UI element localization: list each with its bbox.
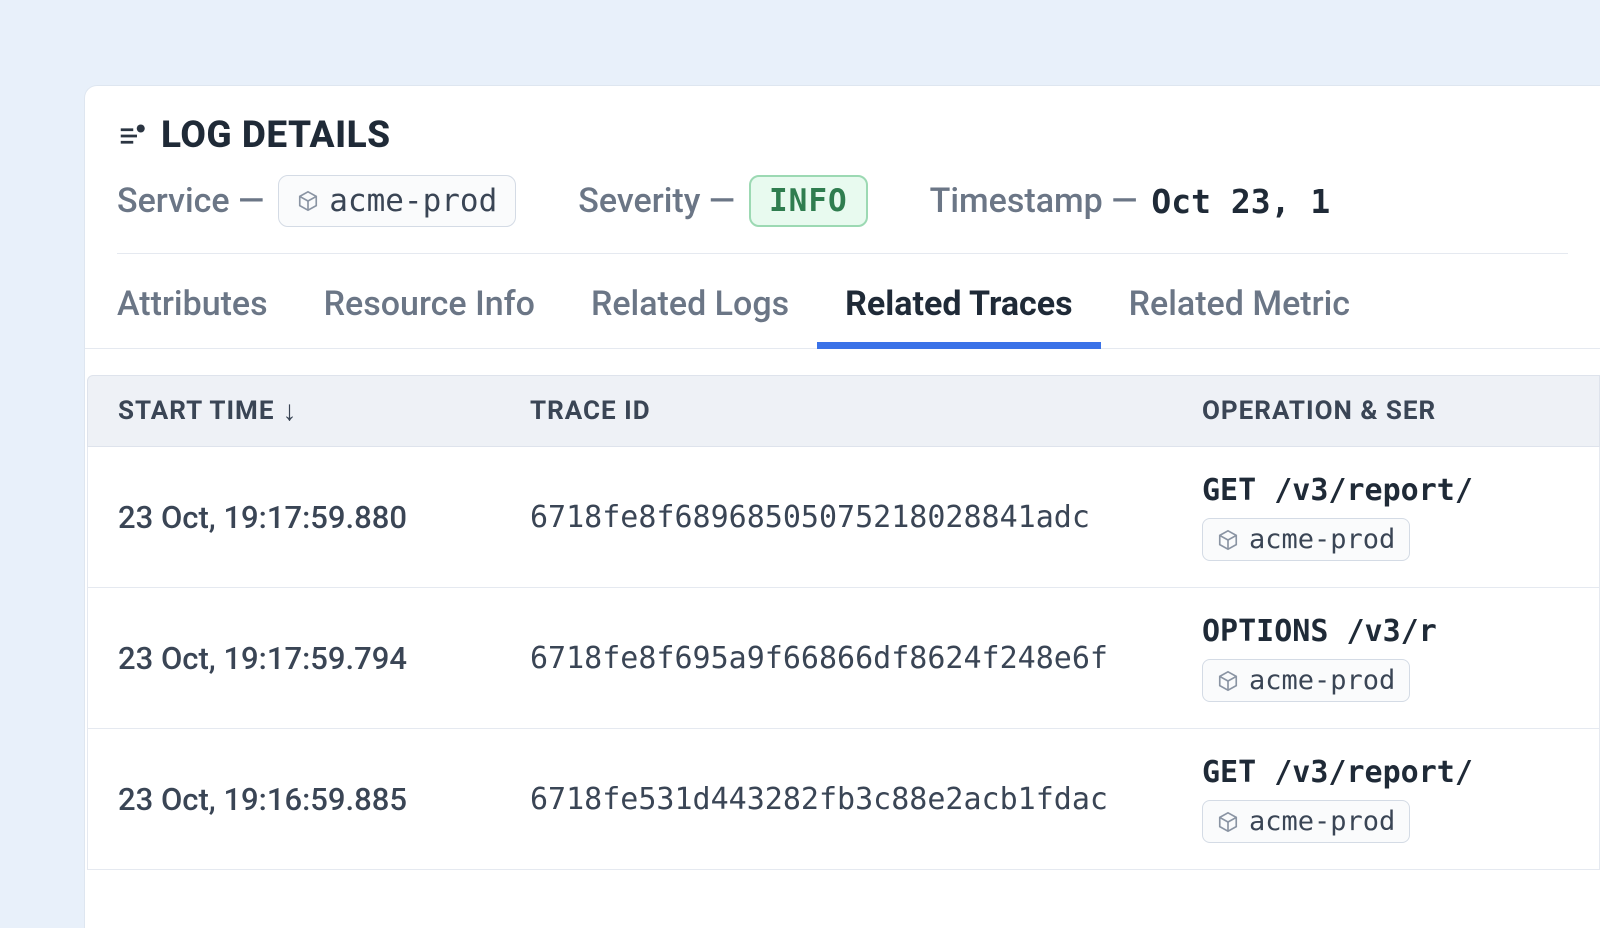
cell-start-time: 23 Oct, 19:16:59.885 (118, 781, 530, 818)
column-operation[interactable]: OPERATION & SER (1202, 396, 1599, 426)
tab-attributes[interactable]: Attributes (117, 284, 268, 348)
table-row[interactable]: 23 Oct, 19:17:59.880 6718fe8f68968505075… (87, 447, 1600, 588)
column-start-time[interactable]: START TIME ↓ (118, 396, 530, 426)
operation-path: GET /v3/report/ (1202, 473, 1599, 508)
cell-start-time: 23 Oct, 19:17:59.794 (118, 640, 530, 677)
service-meta: Service — acme-prod (117, 175, 516, 227)
operation-service-text: acme-prod (1249, 806, 1395, 837)
operation-service-text: acme-prod (1249, 524, 1395, 555)
cell-trace-id: 6718fe8f695a9f66866df8624f248e6f (530, 641, 1202, 676)
service-label: Service — (117, 181, 264, 221)
cell-operation: OPTIONS /v3/r acme-prod (1202, 614, 1599, 702)
cube-icon (297, 190, 319, 212)
traces-table: START TIME ↓ TRACE ID OPERATION & SER 23… (85, 349, 1600, 870)
table-header-row: START TIME ↓ TRACE ID OPERATION & SER (87, 375, 1600, 447)
column-start-time-label: START TIME (118, 396, 274, 426)
log-details-icon (117, 121, 147, 151)
tab-related-logs[interactable]: Related Logs (591, 284, 789, 348)
cell-trace-id: 6718fe531d443282fb3c88e2acb1fdac (530, 782, 1202, 817)
table-body: 23 Oct, 19:17:59.880 6718fe8f68968505075… (87, 447, 1600, 870)
cube-icon (1217, 811, 1239, 833)
severity-meta: Severity — INFO (578, 175, 867, 227)
operation-service-tag[interactable]: acme-prod (1202, 800, 1410, 843)
header: LOG DETAILS Service — acme-prod (85, 86, 1600, 254)
tab-resource-info[interactable]: Resource Info (324, 284, 535, 348)
table-row[interactable]: 23 Oct, 19:16:59.885 6718fe531d443282fb3… (87, 729, 1600, 870)
operation-path: OPTIONS /v3/r (1202, 614, 1599, 649)
cell-operation: GET /v3/report/ acme-prod (1202, 473, 1599, 561)
tabs: Attributes Resource Info Related Logs Re… (85, 254, 1600, 349)
tab-related-metrics[interactable]: Related Metric (1129, 284, 1350, 348)
timestamp-value: Oct 23, 1 (1151, 182, 1330, 221)
timestamp-label: Timestamp — (930, 181, 1138, 221)
severity-tag[interactable]: INFO (749, 175, 868, 227)
operation-service-tag[interactable]: acme-prod (1202, 518, 1410, 561)
service-tag[interactable]: acme-prod (278, 175, 516, 227)
severity-value: INFO (769, 183, 848, 219)
severity-label: Severity — (578, 181, 735, 221)
sort-desc-icon: ↓ (282, 397, 297, 425)
tab-related-traces[interactable]: Related Traces (845, 284, 1072, 348)
cube-icon (1217, 670, 1239, 692)
column-trace-id-label: TRACE ID (530, 396, 651, 426)
cell-start-time: 23 Oct, 19:17:59.880 (118, 499, 530, 536)
column-operation-label: OPERATION & SER (1202, 396, 1436, 426)
column-trace-id[interactable]: TRACE ID (530, 396, 1202, 426)
service-value: acme-prod (329, 183, 497, 219)
operation-service-tag[interactable]: acme-prod (1202, 659, 1410, 702)
cell-trace-id: 6718fe8f68968505075218028841adc (530, 500, 1202, 535)
title-row: LOG DETAILS (117, 114, 1568, 157)
meta-row: Service — acme-prod Severity — INFO (117, 175, 1568, 254)
page-title: LOG DETAILS (161, 114, 391, 157)
timestamp-meta: Timestamp — Oct 23, 1 (930, 181, 1331, 221)
cell-operation: GET /v3/report/ acme-prod (1202, 755, 1599, 843)
log-details-panel: LOG DETAILS Service — acme-prod (85, 86, 1600, 928)
table-row[interactable]: 23 Oct, 19:17:59.794 6718fe8f695a9f66866… (87, 588, 1600, 729)
operation-path: GET /v3/report/ (1202, 755, 1599, 790)
cube-icon (1217, 529, 1239, 551)
operation-service-text: acme-prod (1249, 665, 1395, 696)
